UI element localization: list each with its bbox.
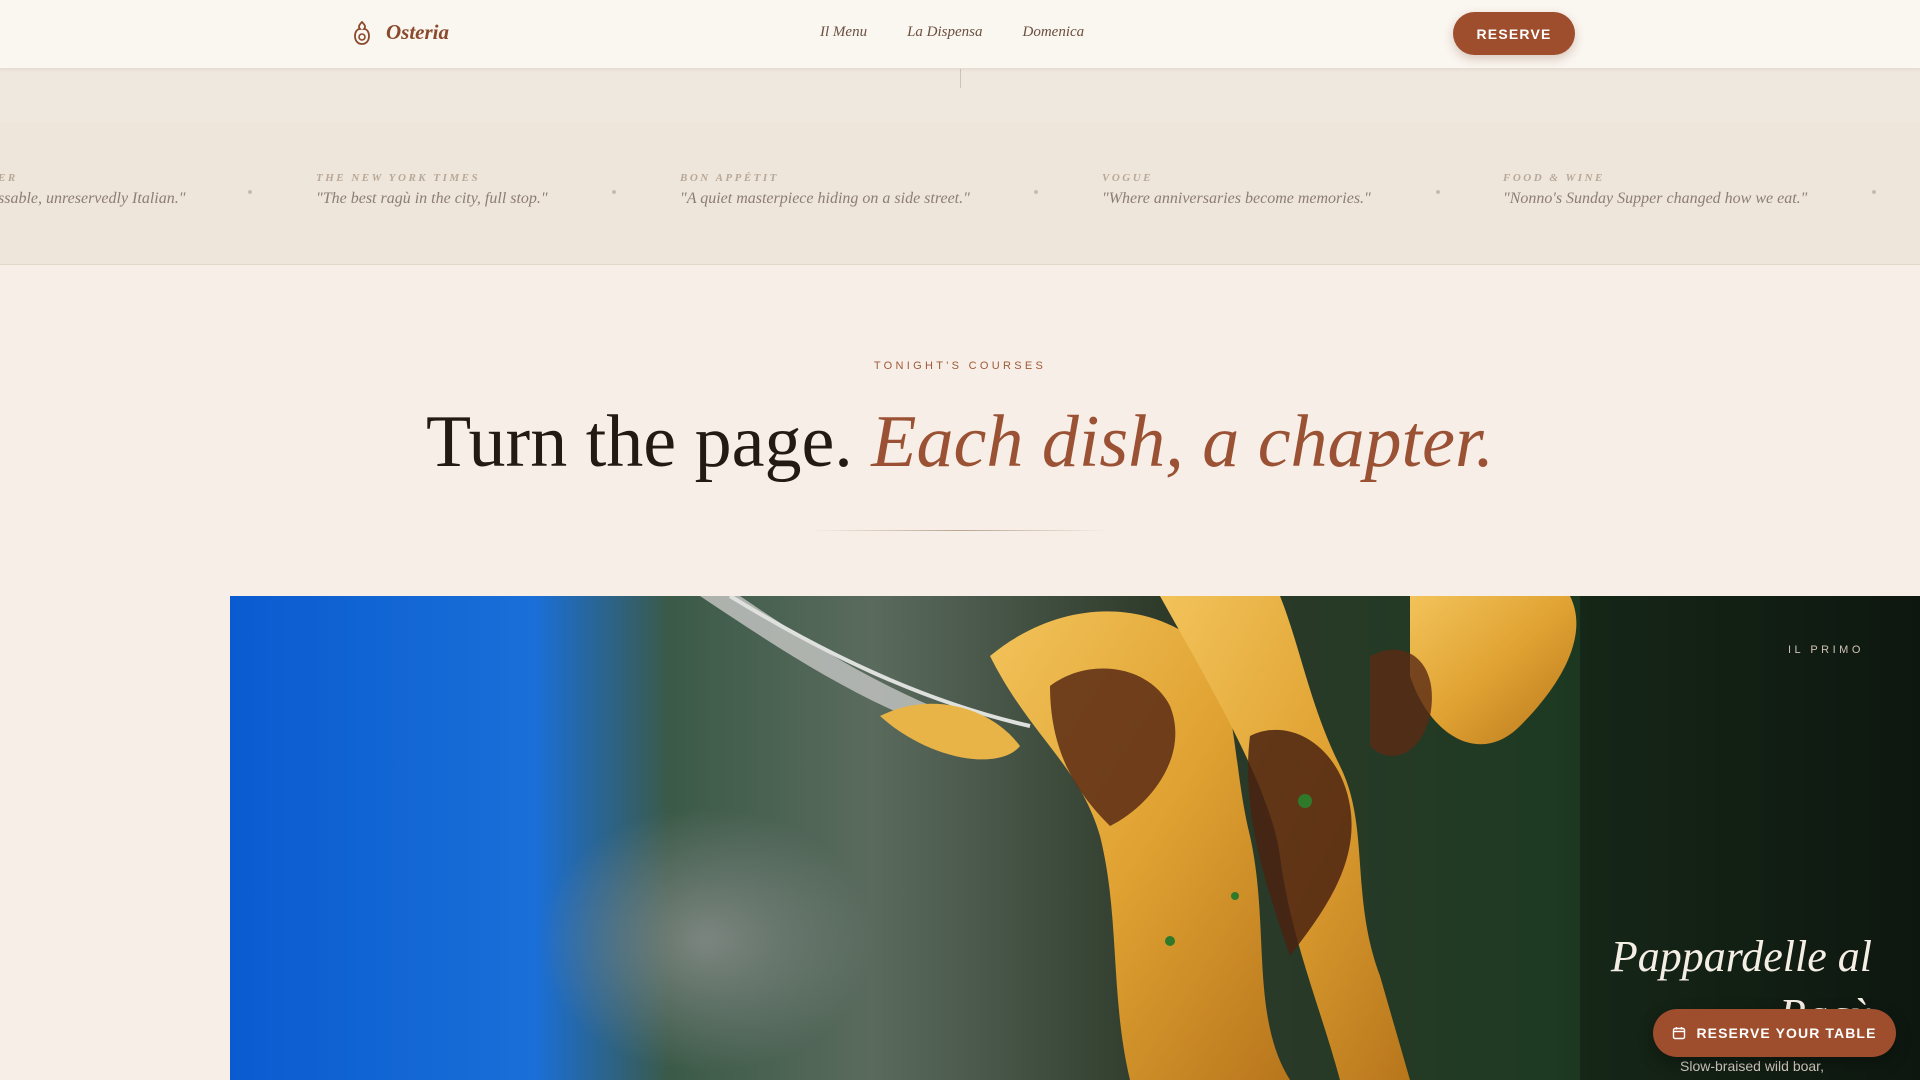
divider-line (960, 68, 961, 88)
section-divider (810, 530, 1110, 531)
press-item: FOOD & WINE "Nonno's Sunday Supper chang… (1503, 172, 1807, 208)
cta-label: RESERVE YOUR TABLE (1696, 1025, 1877, 1041)
title-accent: Each dish, a chapter. (871, 401, 1495, 483)
press-source: THE NEW YORK TIMES (316, 172, 481, 184)
press-item: BON APPÉTIT "A quiet masterpiece hiding … (680, 172, 970, 208)
header-sub-band (0, 68, 1920, 123)
course-label: IL PRIMO (1788, 644, 1864, 656)
press-item: ER ssable, unreservedly Italian." (0, 172, 185, 208)
press-source: ER (0, 172, 18, 184)
press-separator (248, 190, 252, 194)
press-separator (1034, 190, 1038, 194)
press-separator (1436, 190, 1440, 194)
press-separator (612, 190, 616, 194)
press-quote: ssable, unreservedly Italian." (0, 190, 186, 207)
brand-logo[interactable]: Osteria (352, 20, 449, 45)
press-item: THE NEW YORK TIMES "The best ragù in the… (316, 172, 548, 208)
site-header: Osteria Il Menu La Dispensa Domenica RES… (0, 0, 1920, 69)
section-title: Turn the page. Each dish, a chapter. (0, 400, 1920, 485)
title-plain: Turn the page. (425, 401, 853, 483)
reserve-button[interactable]: RESERVE (1453, 12, 1575, 55)
press-strip: ER ssable, unreservedly Italian." THE NE… (0, 122, 1920, 265)
brand-name: Osteria (386, 20, 449, 44)
press-quote: "A quiet masterpiece hiding on a side st… (680, 190, 970, 207)
nav-link-domenica[interactable]: Domenica (1023, 24, 1085, 41)
calendar-icon (1673, 1027, 1686, 1040)
section-eyebrow: TONIGHT'S COURSES (873, 360, 1047, 372)
dish-description: Slow-braised wild boar, (1680, 1058, 1824, 1074)
press-source: BON APPÉTIT (680, 172, 779, 184)
main-nav: Il Menu La Dispensa Domenica (820, 24, 1124, 41)
press-quote: "The best ragù in the city, full stop." (316, 190, 548, 207)
flame-pot-icon (354, 20, 370, 45)
nav-link-la-dispensa[interactable]: La Dispensa (907, 24, 982, 41)
press-quote: "Nonno's Sunday Supper changed how we ea… (1503, 190, 1808, 207)
reserve-your-table-button[interactable]: RESERVE YOUR TABLE (1653, 1009, 1896, 1057)
press-separator (1872, 190, 1876, 194)
nav-link-il-menu[interactable]: Il Menu (820, 24, 867, 41)
press-source: VOGUE (1102, 172, 1154, 184)
press-item: VOGUE "Where anniversaries become memori… (1102, 172, 1371, 208)
press-source: FOOD & WINE (1503, 172, 1605, 184)
press-quote: "Where anniversaries become memories." (1102, 190, 1371, 207)
dish-feature-card[interactable]: IL PRIMO Pappardelle al Ragù Slow-braise… (230, 596, 1920, 1080)
